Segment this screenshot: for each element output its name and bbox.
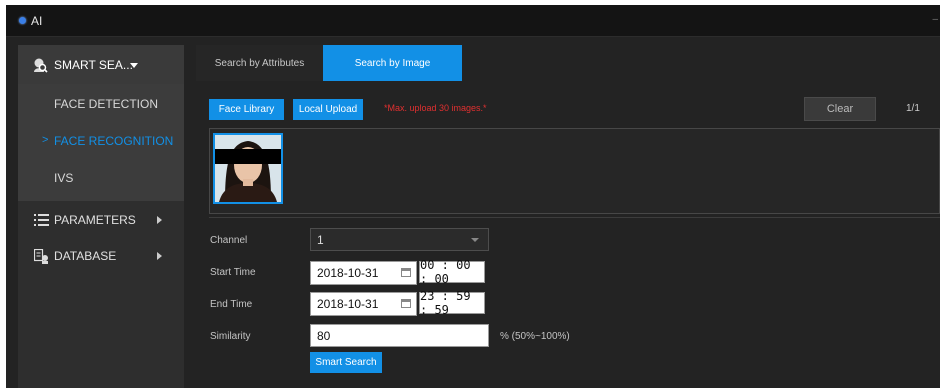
sidebar-item-face-detection[interactable]: FACE DETECTION: [54, 97, 158, 111]
uploaded-images-area: [209, 128, 940, 214]
window-title: AI: [31, 14, 43, 28]
calendar-icon[interactable]: [401, 299, 411, 308]
upload-limit-hint: *Max. upload 30 images.*: [384, 103, 487, 113]
face-search-icon: [34, 58, 48, 73]
calendar-icon[interactable]: [401, 268, 411, 277]
sidebar-item-parameters[interactable]: PARAMETERS: [18, 201, 184, 238]
end-date-field[interactable]: 2018-10-31: [310, 292, 417, 316]
end-time-label: End Time: [210, 299, 253, 310]
local-upload-button[interactable]: Local Upload: [293, 99, 363, 120]
chevron-right-icon: [157, 216, 162, 224]
database-icon: [34, 249, 48, 264]
tab-search-by-image[interactable]: Search by Image: [323, 45, 462, 81]
similarity-value: 80: [317, 328, 331, 343]
end-time-field[interactable]: 23 : 59 : 59: [419, 289, 485, 317]
similarity-range-hint: % (50%~100%): [500, 331, 570, 342]
sidebar-item-parameters-label: PARAMETERS: [54, 213, 136, 227]
tab-bar: Search by Attributes Search by Image: [196, 45, 940, 82]
clear-button[interactable]: Clear: [804, 97, 876, 121]
uploaded-face-thumbnail[interactable]: [213, 133, 283, 204]
sidebar-item-database[interactable]: DATABASE: [18, 238, 184, 275]
start-time-label: Start Time: [210, 267, 256, 278]
start-time-field[interactable]: 00 : 00 : 00: [419, 258, 485, 286]
chevron-down-icon: [130, 63, 138, 68]
window-edge-icon[interactable]: –: [932, 14, 938, 25]
channel-value: 1: [317, 232, 324, 247]
parameters-list-icon: [34, 214, 49, 226]
channel-select[interactable]: 1: [310, 228, 489, 251]
sidebar: SMART SEA... FACE DETECTION > FACE RECOG…: [18, 45, 184, 388]
face-library-button[interactable]: Face Library: [209, 99, 284, 120]
similarity-label: Similarity: [210, 331, 251, 342]
sidebar-header-label: SMART SEA...: [54, 58, 133, 72]
title-bar: AI –: [6, 5, 940, 37]
tab-search-by-attributes[interactable]: Search by Attributes: [196, 45, 323, 81]
similarity-input[interactable]: 80: [310, 324, 489, 347]
sidebar-submenu: FACE DETECTION > FACE RECOGNITION IVS: [18, 84, 184, 201]
app-window: AI – SMART SEA... FACE DETECTION > FACE …: [6, 5, 940, 388]
page-indicator: 1/1: [906, 103, 920, 114]
smart-search-button[interactable]: Smart Search: [310, 352, 382, 373]
channel-label: Channel: [210, 235, 248, 246]
active-marker-icon: >: [42, 134, 49, 146]
divider: [209, 217, 940, 218]
sidebar-item-face-recognition[interactable]: FACE RECOGNITION: [54, 134, 173, 148]
start-date-value: 2018-10-31: [317, 266, 379, 280]
sidebar-item-database-label: DATABASE: [54, 249, 117, 263]
end-date-value: 2018-10-31: [317, 297, 379, 311]
sidebar-item-smart-search[interactable]: SMART SEA...: [18, 45, 184, 84]
chevron-down-icon: [471, 238, 479, 242]
sidebar-item-ivs[interactable]: IVS: [54, 171, 73, 185]
main-panel: Search by Attributes Search by Image Fac…: [196, 45, 940, 388]
start-date-field[interactable]: 2018-10-31: [310, 261, 417, 285]
chevron-right-icon: [157, 252, 162, 260]
face-photo: [215, 135, 281, 202]
ai-dot-icon: [19, 17, 26, 24]
